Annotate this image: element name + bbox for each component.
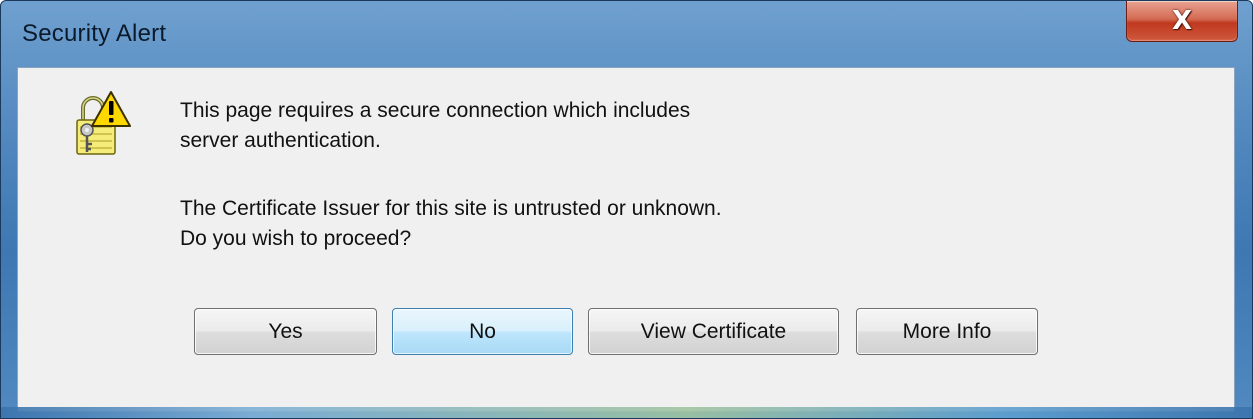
more-info-button[interactable]: More Info bbox=[856, 308, 1038, 355]
security-alert-dialog: Security Alert X This page requires a se… bbox=[0, 0, 1253, 419]
lock-warning-icon bbox=[76, 91, 131, 155]
message-line: Do you wish to proceed? bbox=[180, 227, 412, 250]
message-line: This page requires a secure connection w… bbox=[180, 99, 691, 122]
message-paragraph-1: This page requires a secure connection w… bbox=[180, 96, 690, 156]
close-icon: X bbox=[1171, 6, 1193, 36]
dialog-body: This page requires a secure connection w… bbox=[17, 67, 1235, 412]
dialog-title: Security Alert bbox=[22, 20, 167, 47]
yes-button[interactable]: Yes bbox=[194, 308, 377, 355]
message-line: The Certificate Issuer for this site is … bbox=[180, 197, 722, 220]
message-line: server authentication. bbox=[180, 129, 381, 152]
message-paragraph-2: The Certificate Issuer for this site is … bbox=[180, 194, 722, 254]
view-certificate-button[interactable]: View Certificate bbox=[588, 308, 839, 355]
close-button[interactable]: X bbox=[1126, 1, 1238, 42]
no-button[interactable]: No bbox=[392, 308, 573, 355]
title-bar[interactable]: Security Alert X bbox=[1, 1, 1252, 67]
